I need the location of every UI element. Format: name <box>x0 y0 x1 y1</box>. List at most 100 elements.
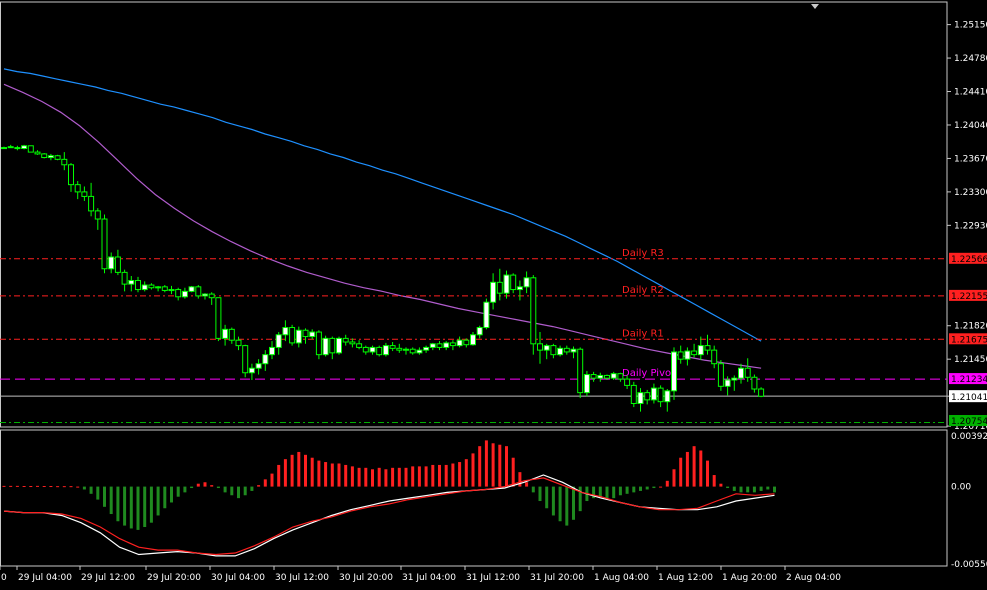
bear-candle <box>121 271 128 285</box>
bull-candle <box>724 379 731 387</box>
histogram-bar-down <box>96 486 100 500</box>
histogram-bar-down <box>759 486 763 491</box>
bull-candle <box>570 348 577 353</box>
bull-candle <box>403 348 409 351</box>
bear-candle <box>604 374 610 379</box>
bear-candle <box>577 348 584 394</box>
bull-candle <box>1 147 7 150</box>
bear-candle <box>550 345 557 356</box>
x-tick-label: 31 Jul 04:00 <box>402 573 456 583</box>
x-tick-label: 1 Aug 20:00 <box>722 573 777 583</box>
y-tick-label: 1.24040 <box>954 121 987 131</box>
bull-candle <box>597 374 604 379</box>
histogram-bar-down <box>143 486 147 528</box>
histogram-bar-down <box>89 486 93 494</box>
y-tick-label: 1.21450 <box>954 355 987 365</box>
histogram-bar-down <box>129 486 133 529</box>
bear-candle <box>135 280 141 291</box>
histogram-bar-up <box>525 482 529 487</box>
bear-candle <box>630 384 637 404</box>
histogram-bar-up <box>471 453 475 487</box>
bear-candle <box>617 373 624 380</box>
histogram-bar-up <box>69 486 73 488</box>
histogram-bar-up <box>411 466 415 487</box>
histogram-bar-up <box>337 463 341 487</box>
histogram-bar-down <box>116 486 120 522</box>
histogram-bar-up <box>672 469 676 487</box>
bear-candle <box>315 331 322 356</box>
bull-candle <box>416 349 423 354</box>
daily-r1-label: Daily R1 <box>622 328 664 339</box>
histogram-bar-up <box>444 464 448 487</box>
bear-candle <box>349 341 356 345</box>
bear-candle <box>376 346 383 356</box>
bear-candle <box>396 347 403 351</box>
chart-canvas[interactable]: Daily R3 Daily R2 Daily R1 Daily Pivot 1.25… <box>0 0 987 586</box>
bear-candle <box>195 286 202 297</box>
bull-candle <box>309 331 316 338</box>
histogram-bar-up <box>484 440 488 487</box>
bear-candle <box>148 284 155 289</box>
scroll-marker-icon[interactable] <box>811 4 819 9</box>
histogram-bar-up <box>438 464 441 487</box>
bull-candle <box>168 289 175 292</box>
bear-candle <box>161 286 168 291</box>
histogram-bar-down <box>123 486 127 526</box>
histogram-bar-up <box>76 486 80 488</box>
histogram-bar-up <box>404 467 408 487</box>
histogram-bar-down <box>732 486 736 491</box>
histogram-bar-up <box>719 483 723 487</box>
bull-candle <box>476 327 483 336</box>
y-tick-label: 1.24410 <box>954 88 987 98</box>
daily-r3-label: Daily R3 <box>622 248 664 259</box>
bull-candle <box>155 286 162 289</box>
bear-candle <box>41 153 48 159</box>
histogram-bar-up <box>350 466 354 487</box>
histogram-bar-up <box>317 460 321 487</box>
bull-candle <box>275 334 282 348</box>
histogram-bar-up <box>384 469 388 487</box>
osc-tick-label: 0.00 <box>951 483 971 493</box>
bear-candle <box>228 328 235 341</box>
histogram-bar-down <box>156 486 160 516</box>
x-tick-label: 30 Jul 04:00 <box>211 573 265 583</box>
bear-candle <box>289 327 296 344</box>
bull-candle <box>382 345 389 356</box>
histogram-bar-down <box>645 486 649 490</box>
bear-candle <box>94 210 101 220</box>
bull-candle <box>470 334 476 346</box>
bull-candle <box>523 277 530 288</box>
histogram-bar-up <box>685 451 689 487</box>
y-tick-label: 1.22930 <box>954 221 987 231</box>
histogram-bar-up <box>659 486 663 488</box>
histogram-bar-down <box>605 486 609 499</box>
bull-candle <box>650 387 657 401</box>
trading-chart[interactable]: Daily R3 Daily R2 Daily R1 Daily Pivot 1.25… <box>0 0 987 586</box>
bear-candle <box>235 339 242 347</box>
histogram-bar-down <box>618 486 622 496</box>
histogram-bar-down <box>237 486 240 499</box>
current-price-value: 1.21041 <box>951 393 987 403</box>
histogram-bar-up <box>304 454 307 487</box>
x-tick-label: 0 <box>1 573 7 583</box>
bear-candle <box>624 378 631 386</box>
bull-candle <box>429 343 436 348</box>
histogram-bar-up <box>310 457 314 487</box>
signal-line <box>3 477 775 556</box>
histogram-bar-up <box>692 446 696 487</box>
bear-candle <box>101 218 108 270</box>
histogram-bar-up <box>277 464 281 487</box>
bear-candle <box>242 345 249 374</box>
histogram-bar-up <box>364 467 368 487</box>
histogram-bar-down <box>773 486 776 493</box>
daily-r1-tag-value: 1.21675 <box>951 335 987 345</box>
bear-candle <box>711 349 718 365</box>
histogram-bar-up <box>297 451 301 487</box>
bear-candle <box>27 145 34 153</box>
bear-candle <box>744 367 751 378</box>
histogram-bar-up <box>15 485 19 487</box>
bear-candle <box>751 376 758 390</box>
histogram-bar-down <box>216 486 220 489</box>
bear-candle <box>691 350 698 356</box>
histogram-bar-down <box>752 486 756 493</box>
